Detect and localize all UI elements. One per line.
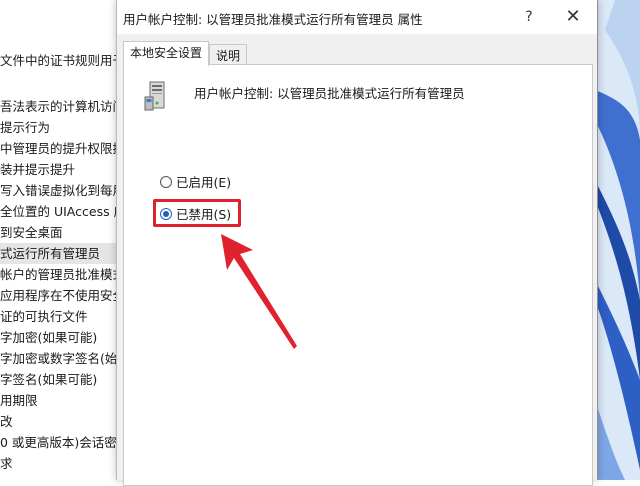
policy-name: 用户帐户控制: 以管理员批准模式运行所有管理员 <box>194 86 465 101</box>
policy-list-item[interactable]: 字加密(如果可能) <box>0 327 97 348</box>
policy-list-item[interactable]: 字签名(如果可能) <box>0 369 97 390</box>
policy-list-item[interactable]: 改 <box>0 411 13 432</box>
policy-list-item[interactable]: 证的可执行文件 <box>0 306 88 327</box>
policy-list-item[interactable]: 吾法表示的计算机访问 <box>0 96 120 117</box>
enabled-label[interactable]: 已启用(E) <box>176 173 231 193</box>
policy-list-item[interactable]: 帐户的管理员批准模式 <box>0 264 120 285</box>
policy-list-item[interactable]: 字加密或数字签名(始 <box>0 348 117 369</box>
policy-list-item[interactable]: 中管理员的提升权限提 <box>0 138 120 159</box>
policy-computer-icon <box>144 81 165 111</box>
policy-list-item[interactable]: 应用程序在不使用安全 <box>0 285 120 306</box>
annotation-highlight-box <box>153 199 241 227</box>
tab-panel: 用户帐户控制: 以管理员批准模式运行所有管理员 已启用(E) 已禁用(S) <box>123 64 593 486</box>
help-button[interactable]: ? <box>507 0 551 34</box>
policy-list-item[interactable]: 用期限 <box>0 390 38 411</box>
policy-list-item[interactable]: 提示行为 <box>0 117 50 138</box>
desktop-wallpaper <box>595 0 640 480</box>
properties-dialog: 用户帐户控制: 以管理员批准模式运行所有管理员 属性 ? ✕ 本地安全设置 说明… <box>116 0 598 486</box>
policy-list-item[interactable]: 到安全桌面 <box>0 222 63 243</box>
policy-list: 文件中的证书规则用于 吾法表示的计算机访问 提示行为 中管理员的提升权限提 装并… <box>0 0 120 480</box>
enabled-radio[interactable] <box>160 176 172 188</box>
policy-list-item[interactable]: 全位置的 UIAccess 应 <box>0 201 120 222</box>
wallpaper-bloom-icon <box>595 0 640 480</box>
policy-list-item[interactable]: 写入错误虚拟化到每用 <box>0 180 120 201</box>
policy-list-item[interactable]: 装并提示提升 <box>0 159 75 180</box>
close-button[interactable]: ✕ <box>551 0 595 34</box>
dialog-title: 用户帐户控制: 以管理员批准模式运行所有管理员 属性 <box>123 12 423 27</box>
dialog-titlebar[interactable]: 用户帐户控制: 以管理员批准模式运行所有管理员 属性 ? ✕ <box>117 0 597 34</box>
policy-list-item[interactable]: 文件中的证书规则用于 <box>0 50 120 71</box>
policy-list-item-selected[interactable]: 式运行所有管理员 <box>0 243 120 264</box>
tab-local-security-setting[interactable]: 本地安全设置 <box>123 41 210 66</box>
policy-list-item[interactable]: 求 <box>0 453 13 474</box>
policy-list-item[interactable]: 0 或更高版本)会话密 <box>0 432 117 453</box>
